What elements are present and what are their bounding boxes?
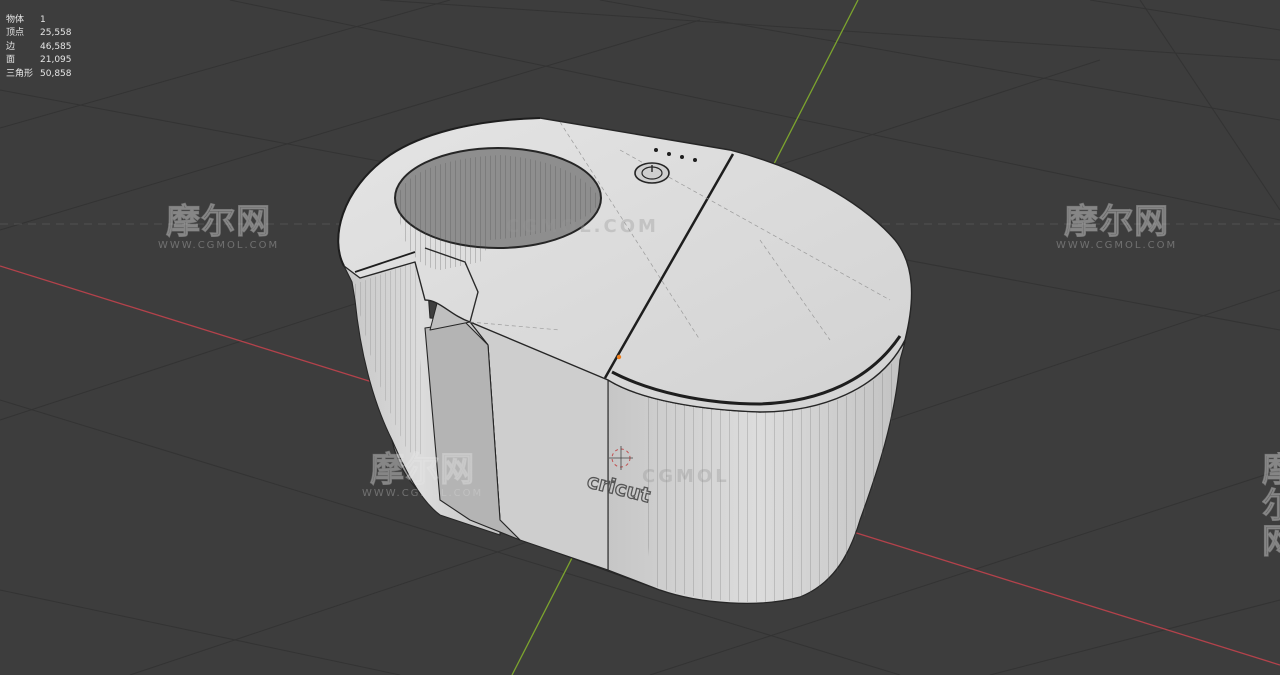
viewport-scene[interactable]: cricut [0,0,1280,675]
stat-row-edges: 边 46,585 [6,41,72,54]
stat-row-vertices: 顶点 25,558 [6,27,72,40]
stat-value: 25,558 [40,28,72,39]
stat-label: 物体 [6,15,25,25]
stat-label: 三角形 [6,68,34,79]
stat-value: 50,858 [40,68,72,79]
stat-label: 边 [6,41,16,52]
stat-label: 面 [6,55,16,66]
stat-value: 21,095 [40,55,72,66]
scene-statistics: 物体 1 顶点 25,558 边 46,585 面 21,095 三角形 50,… [6,14,72,81]
stat-row-faces: 面 21,095 [6,54,72,67]
stat-row-triangles: 三角形 50,858 [6,68,72,81]
cricut-model[interactable] [337,117,913,604]
stat-value: 1 [40,15,46,25]
stat-row-objects: 物体 1 [6,14,72,27]
stat-label: 顶点 [6,28,25,39]
object-origin [616,354,622,360]
3d-viewport[interactable]: cricut 摩尔网 WWW.CGMOL.COM 摩尔网 WWW.CGMOL.C… [0,0,1280,675]
stat-value: 46,585 [40,41,72,52]
power-button[interactable] [634,162,670,184]
